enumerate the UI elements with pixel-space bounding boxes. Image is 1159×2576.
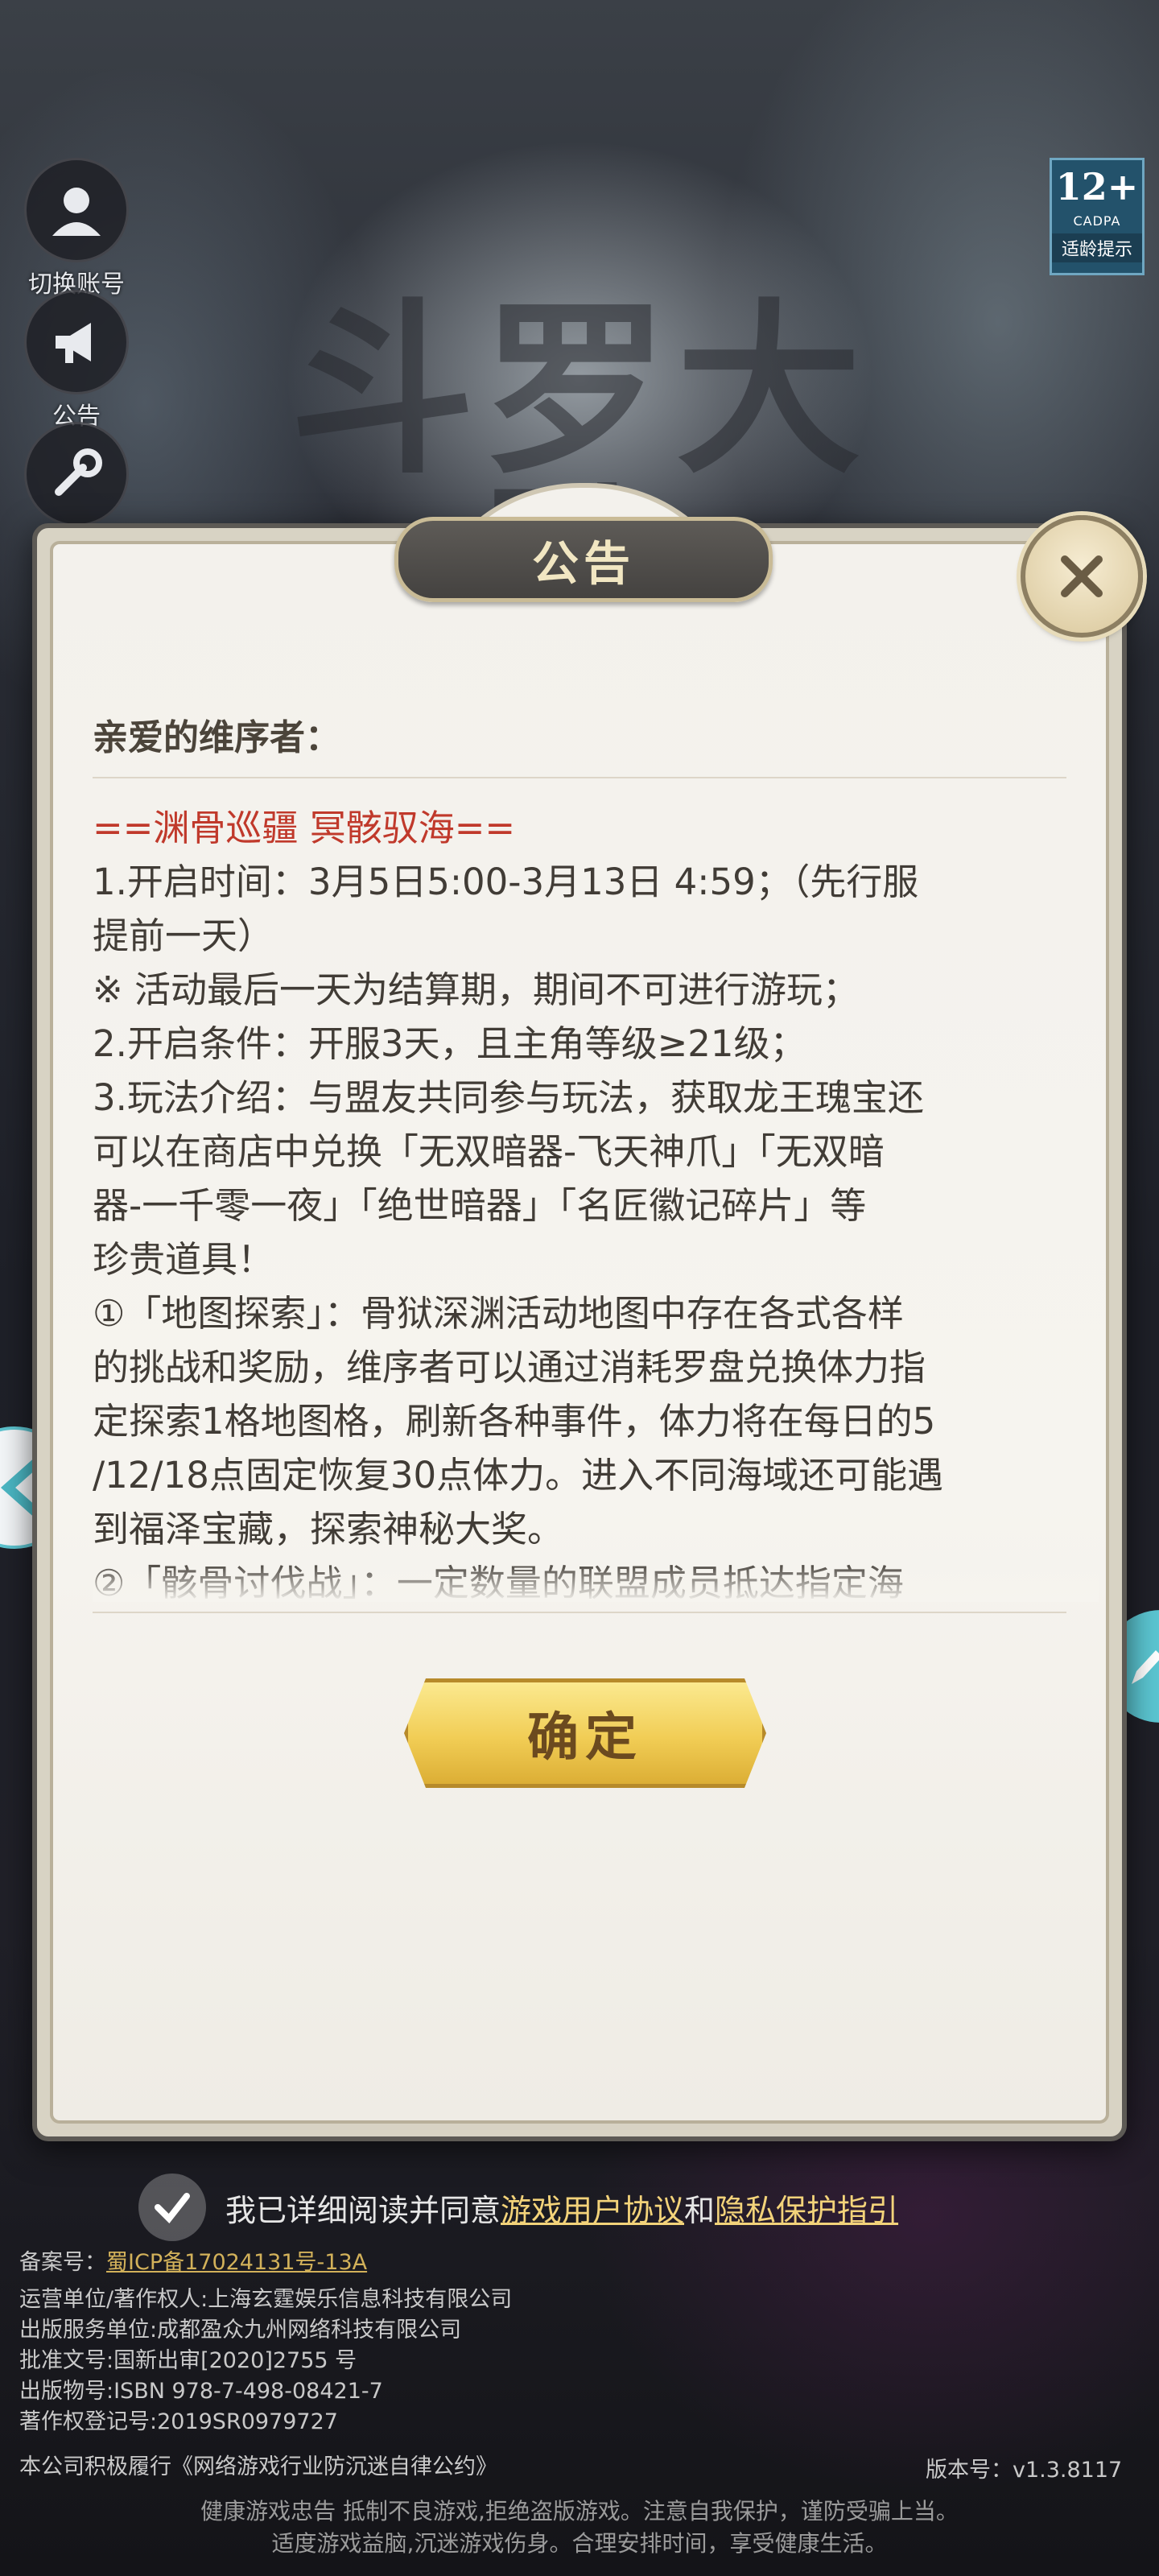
edit-icon: [1132, 1650, 1159, 1684]
announcement-line: 2.开启条件：开服3天，且主角等级≥21级；: [93, 1022, 806, 1065]
confirm-button[interactable]: 确定: [404, 1678, 766, 1788]
agreement-prefix: 我已详细阅读并同意: [225, 2192, 501, 2228]
operator-info: 运营单位/著作权人:上海玄霆娱乐信息科技有限公司: [19, 2287, 513, 2312]
announcement-dialog: 公告 亲爱的维序者： ==渊骨巡疆 冥骸驭海== 1.开启时间：3月5日5:00-…: [32, 483, 1143, 2141]
announcement-line: 定探索1格地图格，刷新各种事件，体力将在每日的5: [93, 1400, 936, 1443]
dialog-greeting: 亲爱的维序者：: [93, 717, 340, 758]
age-rating-text: 适龄提示: [1052, 233, 1142, 262]
age-rating-badge: 12+ CADPA 适龄提示: [1050, 158, 1145, 275]
switch-account-icon: [24, 158, 129, 262]
switch-account-button[interactable]: 切换账号: [24, 158, 129, 299]
checkmark-icon: [155, 2193, 190, 2224]
scroll-fade: [93, 1562, 1099, 1602]
announcement-line: ==渊骨巡疆 冥骸驭海==: [93, 807, 516, 849]
announcement-line: 可以在商店中兑换「无双暗器-飞天神爪」「无双暗: [93, 1130, 885, 1173]
version-number: 版本号：v1.3.8117: [926, 2458, 1123, 2483]
agreement-row: 我已详细阅读并同意 游戏用户协议 和 隐私保护指引: [138, 2174, 898, 2241]
announcement-line: ①「地图探索」：骨狱深渊活动地图中存在各式各样: [93, 1292, 904, 1335]
megaphone-icon: [24, 290, 129, 394]
age-rating-org: CADPA: [1073, 213, 1121, 229]
agreement-checkbox[interactable]: [138, 2174, 206, 2241]
announcement-line: ※ 活动最后一天为结算期，期间不可进行游玩；: [93, 968, 860, 1011]
announcement-line: 3.玩法介绍：与盟友共同参与玩法，获取龙王瑰宝还: [93, 1076, 924, 1119]
close-icon: [1061, 555, 1103, 597]
publisher-info: 出版服务单位:成都盈众九州网络科技有限公司: [19, 2318, 462, 2343]
announcement-line: 1.开启时间：3月5日5:00-3月13日 4:59；（先行服: [93, 861, 919, 903]
announcement-line: 提前一天）: [93, 914, 274, 957]
announcement-line: 器-一千零一夜」「绝世暗器」「名匠徽记碎片」等: [93, 1184, 867, 1227]
divider: [93, 1612, 1066, 1613]
icp-label: 备案号：: [19, 2250, 106, 2275]
divider: [93, 777, 1066, 778]
approval-number: 批准文号:国新出审[2020]2755 号: [19, 2348, 357, 2373]
agreement-and: 和: [684, 2192, 716, 2228]
announcement-line: 的挑战和奖励，维序者可以通过消耗罗盘兑换体力指: [93, 1346, 926, 1389]
announcement-line: /12/18点固定恢复30点体力。进入不同海域还可能遇: [93, 1454, 944, 1496]
health-notice: 健康游戏忠告 抵制不良游戏,拒绝盗版游戏。注意自我保护，谨防受骗上当。 适度游戏…: [0, 2496, 1159, 2560]
user-agreement-link[interactable]: 游戏用户协议: [501, 2186, 684, 2230]
announcement-line: 到福泽宝藏，探索神秘大奖。: [93, 1508, 564, 1550]
anti-addiction-pledge: 本公司积极履行《网络游戏行业防沉迷自律公约》: [19, 2454, 497, 2479]
icp-record: 备案号：蜀ICP备17024131号-13A: [19, 2248, 367, 2278]
copyright-number: 著作权登记号:2019SR0979727: [19, 2409, 338, 2434]
icp-link[interactable]: 蜀ICP备17024131号-13A: [106, 2250, 367, 2275]
close-button[interactable]: [1021, 515, 1143, 638]
notice-button[interactable]: 公告: [24, 290, 129, 431]
privacy-policy-link[interactable]: 隐私保护指引: [715, 2186, 898, 2230]
dialog-title-banner: 公告: [394, 517, 773, 602]
health-notice-line: 适度游戏益脑,沉迷游戏伤身。合理安排时间，享受健康生活。: [271, 2530, 888, 2557]
announcement-line: 珍贵道具！: [93, 1238, 274, 1281]
isbn-number: 出版物号:ISBN 978-7-498-08421-7: [19, 2379, 383, 2404]
age-rating-number: 12+: [1055, 165, 1139, 208]
announcement-scroll-area[interactable]: ==渊骨巡疆 冥骸驭海== 1.开启时间：3月5日5:00-3月13日 4:59；…: [93, 801, 1111, 1602]
dialog-title: 公告: [531, 536, 635, 591]
health-notice-line: 健康游戏忠告 抵制不良游戏,拒绝盗版游戏。注意自我保护，谨防受骗上当。: [200, 2498, 959, 2524]
confirm-button-label: 确定: [527, 1707, 643, 1768]
